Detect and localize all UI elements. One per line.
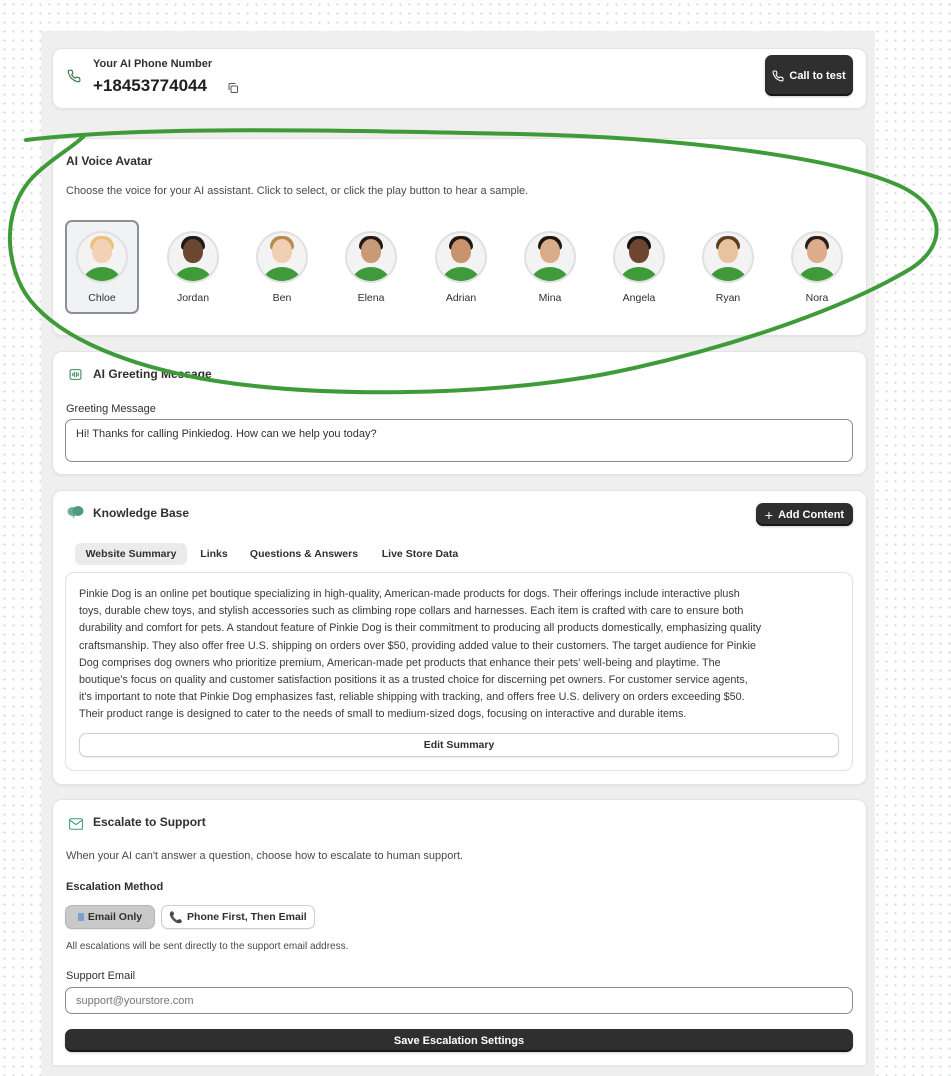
- summary-line: Pinkie Dog is an online pet boutique spe…: [79, 588, 740, 600]
- greeting-message-input[interactable]: Hi! Thanks for calling Pinkiedog. How ca…: [65, 419, 853, 462]
- avatar-shirt: [528, 267, 572, 281]
- avatar-portrait: [524, 231, 576, 283]
- avatar-head: [540, 239, 560, 263]
- edit-summary-button[interactable]: Edit Summary: [79, 733, 839, 757]
- avatar-portrait: [435, 231, 487, 283]
- voice-avatar-nora[interactable]: Nora: [779, 220, 855, 314]
- avatar-portrait: [345, 231, 397, 283]
- avatar-name: Ben: [272, 292, 292, 304]
- add-content-button[interactable]: + Add Content: [756, 503, 853, 526]
- tab-website-summary[interactable]: Website Summary: [75, 543, 187, 565]
- summary-line: boutique's focus on quality and customer…: [79, 674, 748, 687]
- avatar-portrait: [76, 231, 128, 283]
- tab-questions-answers[interactable]: Questions & Answers: [243, 543, 365, 565]
- save-escalation-label: Save Escalation Settings: [393, 1034, 525, 1047]
- escalation-note: All escalations will be sent directly to…: [66, 941, 349, 952]
- call-to-test-button[interactable]: Call to test: [765, 55, 853, 96]
- avatar-portrait: [613, 231, 665, 283]
- call-to-test-label: Call to test: [789, 69, 846, 82]
- avatar-shirt: [617, 267, 661, 281]
- voice-avatar-jordan[interactable]: Jordan: [155, 220, 231, 314]
- add-content-label: Add Content: [778, 508, 845, 521]
- phone-number-card: Your AI Phone Number +18453774044: [52, 48, 867, 109]
- summary-line: it's important to note that Pinkie Dog e…: [79, 691, 745, 704]
- plus-icon: +: [764, 506, 774, 523]
- voice-avatar-ben[interactable]: Ben: [244, 220, 320, 314]
- summary-text: Pinkie Dog is an online pet boutique spe…: [79, 586, 849, 724]
- avatar-head: [361, 239, 381, 263]
- phone-number: +18453774044: [93, 76, 207, 95]
- avatar-head: [451, 239, 471, 263]
- avatar-name: Elena: [357, 292, 385, 304]
- email-only-option[interactable]: Email Only: [65, 905, 155, 929]
- voice-avatar-chloe[interactable]: Chloe: [65, 220, 139, 314]
- avatar-name: Adrian: [445, 292, 477, 304]
- avatar-head: [629, 239, 649, 263]
- greeting-field-label: Greeting Message: [66, 403, 156, 415]
- summary-line: Dog comprises dog owners who prioritize …: [79, 656, 721, 669]
- escalation-description: When your AI can't answer a question, ch…: [66, 850, 464, 862]
- avatar-head: [92, 239, 112, 263]
- summary-line: durability and comfort for pets. A stand…: [79, 622, 762, 635]
- voice-avatar-title: AI Voice Avatar: [66, 154, 153, 168]
- avatar-shirt: [795, 267, 839, 281]
- avatar-shirt: [706, 267, 750, 281]
- mail-icon: [77, 913, 84, 921]
- save-escalation-button[interactable]: Save Escalation Settings: [65, 1029, 853, 1052]
- phone-then-email-label: Phone First, Then Email: [187, 911, 307, 923]
- phone-label: Your AI Phone Number: [93, 58, 213, 70]
- summary-line: Their product range is designed to cater…: [79, 708, 687, 721]
- knowledge-base-title: Knowledge Base: [93, 506, 190, 520]
- phone-icon: [67, 69, 81, 88]
- avatar-shirt: [171, 267, 215, 281]
- avatar-name: Nora: [805, 292, 829, 304]
- tab-links[interactable]: Links: [194, 543, 234, 565]
- avatar-shirt: [349, 267, 393, 281]
- mail-icon: [69, 817, 83, 835]
- avatar-head: [183, 239, 203, 263]
- email-only-label: Email Only: [87, 911, 143, 923]
- voice-avatar-angela[interactable]: Angela: [601, 220, 677, 314]
- voice-avatar-elena[interactable]: Elena: [333, 220, 409, 314]
- avatar-name: Angela: [622, 292, 656, 304]
- avatar-name: Chloe: [88, 292, 116, 304]
- escalation-card: Escalate to Support When your AI can't a…: [52, 799, 867, 1065]
- avatar-name: Jordan: [176, 292, 210, 304]
- avatar-portrait: [791, 231, 843, 283]
- support-email-label: Support Email: [66, 970, 136, 982]
- avatar-shirt: [80, 267, 124, 281]
- voice-wave-icon: [69, 368, 82, 386]
- avatar-shirt: [439, 267, 483, 281]
- voice-avatar-mina[interactable]: Mina: [512, 220, 588, 314]
- avatar-portrait: [256, 231, 308, 283]
- voice-avatar-description: Choose the voice for your AI assistant. …: [66, 185, 529, 197]
- copy-icon[interactable]: [227, 81, 239, 99]
- avatar-portrait: [167, 231, 219, 283]
- phone-icon: [772, 69, 784, 81]
- voice-avatar-adrian[interactable]: Adrian: [423, 220, 499, 314]
- greeting-title: AI Greeting Message: [93, 367, 212, 381]
- avatar-name: Mina: [538, 292, 562, 304]
- avatar-portrait: [702, 231, 754, 283]
- escalation-method-label: Escalation Method: [66, 881, 164, 893]
- avatar-head: [272, 239, 292, 263]
- support-email-input[interactable]: [65, 987, 853, 1014]
- avatar-head: [807, 239, 827, 263]
- summary-line: craftsmanship. They also offer free U.S.…: [79, 639, 756, 652]
- avatar-name: Ryan: [715, 292, 741, 304]
- voice-avatar-ryan[interactable]: Ryan: [690, 220, 766, 314]
- phone-then-email-option[interactable]: 📞 Phone First, Then Email: [161, 905, 315, 929]
- avatar-head: [718, 239, 738, 263]
- brain-icon: [67, 505, 84, 525]
- summary-line: toys, durable chew toys, and stylish acc…: [79, 605, 744, 618]
- escalation-title: Escalate to Support: [93, 815, 206, 829]
- avatar-shirt: [260, 267, 304, 281]
- phone-receiver-icon: 📞: [169, 911, 184, 924]
- tab-live-store-data[interactable]: Live Store Data: [374, 543, 466, 565]
